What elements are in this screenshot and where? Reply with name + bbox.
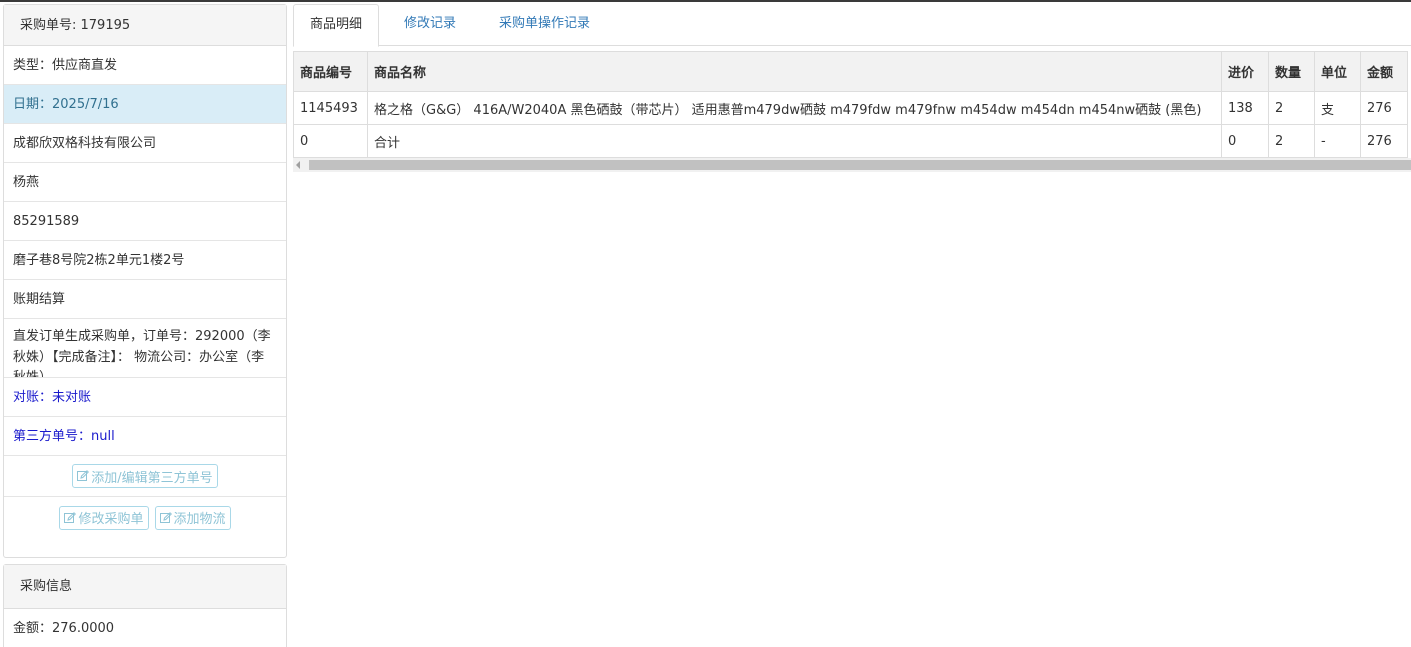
scroll-left-arrow-icon[interactable] [296, 161, 300, 169]
cell-product-id: 0 [293, 124, 368, 158]
table-total-row: 0 合计 0 2 - 276 [293, 124, 1408, 158]
edit-icon [77, 470, 90, 481]
cell-unit-price: 138 [1221, 91, 1269, 125]
header-unit-price: 进价 [1221, 51, 1269, 92]
purchase-info-heading: 采购信息 [4, 565, 286, 609]
header-amount: 金额 [1360, 51, 1408, 92]
cell-quantity: 2 [1268, 124, 1315, 158]
cell-amount: 276 [1360, 91, 1408, 125]
scrollbar-thumb[interactable] [309, 160, 1411, 170]
edit-icon [159, 511, 172, 523]
header-product-name: 商品名称 [367, 51, 1222, 92]
cell-product-name: 格之格（G&G） 416A/W2040A 黑色硒鼓（带芯片） 适用惠普m479d… [367, 91, 1222, 125]
window-top-strip [0, 0, 1411, 2]
purchase-info-panel: 采购信息 金额：276.0000 [3, 564, 287, 647]
settlement-method: 账期结算 [4, 280, 286, 319]
third-party-button-row: 添加/编辑第三方单号 [4, 456, 286, 497]
add-logistics-label: 添加物流 [173, 512, 226, 527]
edit-order-button[interactable]: 修改采购单 [59, 505, 149, 530]
order-remark: 直发订单生成采购单，订单号：292000（李秋姝）【完成备注】： 物流公司：办公… [4, 319, 286, 378]
cell-product-id: 1145493 [293, 91, 368, 125]
product-table: 商品编号 商品名称 进价 数量 单位 金额 1145493 格之格（G&G） 4… [293, 51, 1408, 158]
product-table-container: 商品编号 商品名称 进价 数量 单位 金额 1145493 格之格（G&G） 4… [293, 51, 1411, 159]
tab-product-detail[interactable]: 商品明细 [293, 4, 380, 47]
header-unit: 单位 [1314, 51, 1361, 92]
cell-unit: 支 [1314, 91, 1361, 125]
tab-change-log[interactable]: 修改记录 [388, 4, 472, 46]
table-header-row: 商品编号 商品名称 进价 数量 单位 金额 [293, 51, 1408, 92]
add-logistics-button[interactable]: 添加物流 [154, 505, 231, 530]
third-party-number: 第三方单号：null [4, 417, 286, 456]
order-info-panel: 采购单号: 179195 类型：供应商直发 日期：2025/7/16 成都欣双格… [3, 4, 287, 558]
order-number-heading: 采购单号: 179195 [4, 5, 286, 46]
table-row: 1145493 格之格（G&G） 416A/W2040A 黑色硒鼓（带芯片） 适… [293, 91, 1408, 125]
header-quantity: 数量 [1268, 51, 1315, 92]
detail-tabs: 商品明细 修改记录 采购单操作记录 [293, 4, 1411, 47]
action-button-row: 修改采购单 添加物流 [4, 497, 286, 538]
cell-unit: - [1314, 124, 1361, 158]
supplier-address: 磨子巷8号院2栋2单元1楼2号 [4, 241, 286, 280]
cell-unit-price: 0 [1221, 124, 1269, 158]
cell-quantity: 2 [1268, 91, 1315, 125]
contact-phone: 85291589 [4, 202, 286, 241]
cell-amount: 276 [1360, 124, 1408, 158]
edit-order-label: 修改采购单 [78, 512, 144, 527]
reconcile-status: 对账：未对账 [4, 378, 286, 417]
supplier-name: 成都欣双格科技有限公司 [4, 124, 286, 163]
add-third-party-button[interactable]: 添加/编辑第三方单号 [72, 464, 218, 488]
header-product-id: 商品编号 [293, 51, 368, 92]
contact-name: 杨燕 [4, 163, 286, 202]
order-date: 日期：2025/7/16 [4, 85, 286, 124]
order-type: 类型：供应商直发 [4, 46, 286, 85]
cell-product-name: 合计 [367, 124, 1222, 158]
edit-icon [64, 511, 77, 523]
tab-operation-log[interactable]: 采购单操作记录 [483, 4, 606, 46]
add-third-party-label: 添加/编辑第三方单号 [91, 470, 213, 486]
horizontal-scrollbar[interactable] [293, 158, 1411, 172]
purchase-amount: 金额：276.0000 [4, 609, 286, 647]
